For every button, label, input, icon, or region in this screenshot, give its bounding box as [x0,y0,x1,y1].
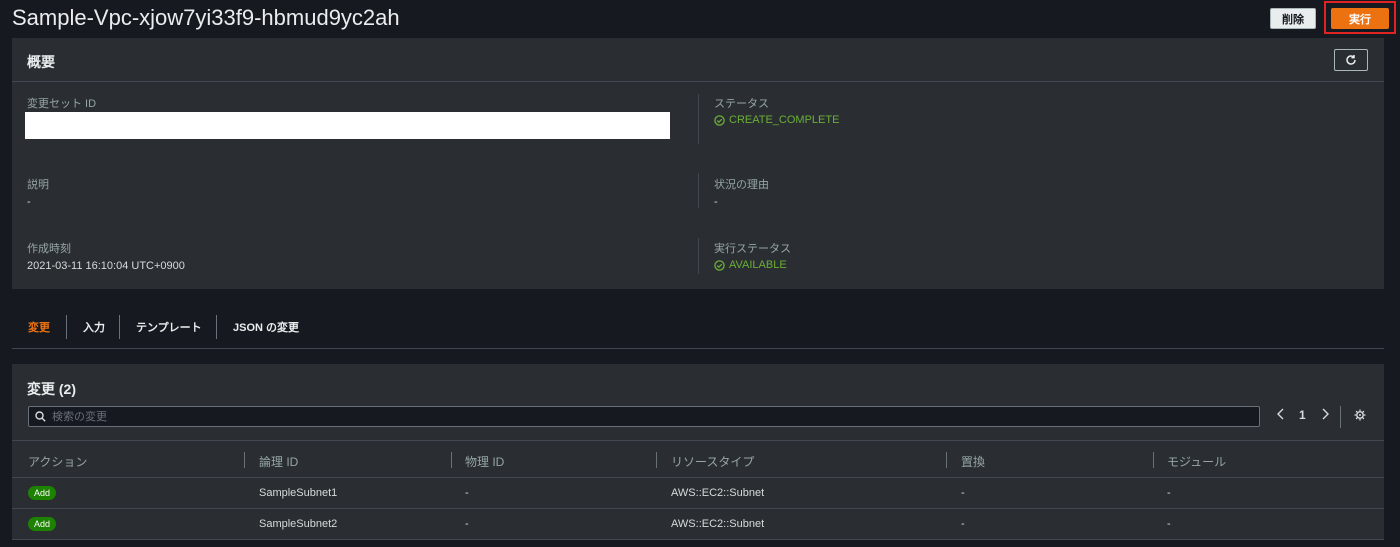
overview-header: 概要 [12,38,1384,82]
logical-id-cell: SampleSubnet2 [259,518,338,530]
column-header[interactable]: リソースタイプ [671,453,754,470]
action-badge: Add [28,486,56,500]
status-value: CREATE_COMPLETE [714,114,839,126]
divider [698,238,699,274]
column-header[interactable]: モジュール [1167,453,1226,470]
settings-button[interactable] [1354,409,1366,424]
search-input[interactable] [52,410,1232,423]
refresh-button[interactable] [1334,49,1368,71]
column-header[interactable]: 置換 [961,453,985,470]
replacement-cell: - [961,518,965,530]
status-label: ステータス [714,98,769,110]
prev-page-button[interactable] [1276,408,1286,423]
column-header[interactable]: アクション [28,453,87,470]
status-reason-label: 状況の理由 [714,179,769,191]
divider [698,94,699,144]
tab-bar: 変更 入力 テンプレート JSON の変更 [12,312,1384,349]
execute-button[interactable]: 実行 [1331,8,1389,29]
module-cell: - [1167,518,1171,530]
table-header: アクション 論理 ID 物理 ID リソースタイプ 置換 モジュール [12,440,1384,478]
changeset-id-label: 変更セット ID [27,98,97,110]
resource-type-cell: AWS::EC2::Subnet [671,487,765,499]
tab-separator [119,315,120,339]
next-page-button[interactable] [1320,408,1330,423]
description-value: - [27,196,31,208]
status-text: CREATE_COMPLETE [729,114,840,126]
description-label: 説明 [27,179,49,191]
divider [698,173,699,208]
overview-title: 概要 [27,54,55,70]
column-separator [946,452,947,468]
table-row: Add SampleSubnet1 - AWS::EC2::Subnet - - [12,478,1384,509]
column-header[interactable]: 物理 ID [465,453,504,470]
delete-button[interactable]: 削除 [1270,8,1316,29]
column-separator [451,452,452,468]
tab-json-changes[interactable]: JSON の変更 [233,319,299,335]
column-separator [656,452,657,468]
chevron-left-icon [1277,408,1284,420]
page-number[interactable]: 1 [1299,408,1306,422]
physical-id-cell: - [465,518,469,530]
status-reason-value: - [714,196,718,208]
tab-separator [216,315,217,339]
tab-separator [66,315,67,339]
changeset-id-redacted [25,112,670,139]
exec-status-label: 実行ステータス [714,243,791,255]
table-row: Add SampleSubnet2 - AWS::EC2::Subnet - - [12,509,1384,540]
physical-id-cell: - [465,487,469,499]
tab-inputs[interactable]: 入力 [83,319,105,335]
created-value: 2021-03-11 16:10:04 UTC+0900 [27,260,185,272]
exec-status-text: AVAILABLE [729,259,787,271]
search-icon [35,411,46,422]
check-circle-icon [714,114,725,126]
check-circle-icon [714,259,725,271]
refresh-icon [1346,55,1356,65]
exec-status-value: AVAILABLE [714,259,787,271]
column-separator [1153,452,1154,468]
module-cell: - [1167,487,1171,499]
resource-type-cell: AWS::EC2::Subnet [671,518,765,530]
changes-panel: 変更 (2) 1 アクション 論理 ID 物理 ID リソースタイプ 置換 モジ… [12,364,1384,540]
created-label: 作成時刻 [27,243,71,255]
tab-template[interactable]: テンプレート [136,319,202,335]
action-badge: Add [28,517,56,531]
search-box[interactable] [28,406,1260,427]
page-title: Sample-Vpc-xjow7yi33f9-hbmud9yc2ah [12,5,400,30]
divider [1340,406,1341,428]
replacement-cell: - [961,487,965,499]
page-header: Sample-Vpc-xjow7yi33f9-hbmud9yc2ah 削除 実行 [0,0,1400,36]
overview-panel: 概要 変更セット ID 説明 - 作成時刻 2021-03-11 16:10:0… [12,38,1384,289]
gear-icon [1354,409,1366,421]
logical-id-cell: SampleSubnet1 [259,487,338,499]
tab-changes[interactable]: 変更 [28,319,50,335]
column-header[interactable]: 論理 ID [259,453,298,470]
changes-title: 変更 (2) [27,381,76,397]
chevron-right-icon [1322,408,1329,420]
column-separator [244,452,245,468]
